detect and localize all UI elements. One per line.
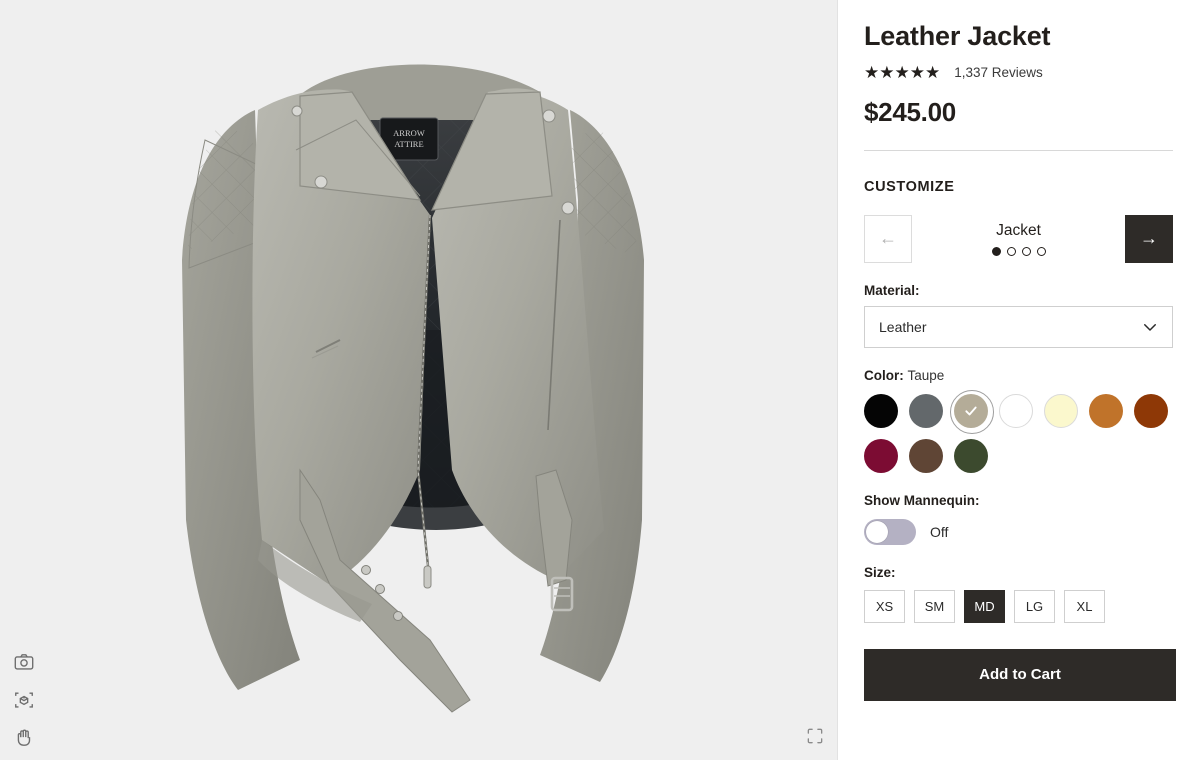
swatch-fill [909, 438, 943, 473]
color-swatch-list[interactable] [864, 389, 1184, 473]
product-detail-panel: Leather Jacket ★★★★★ 1,337 Reviews $245.… [838, 0, 1199, 760]
material-select[interactable]: Leather [864, 305, 1173, 348]
customize-heading: CUSTOMIZE [864, 178, 955, 195]
step-navigator: ← Jacket → [864, 214, 1173, 263]
swatch-fill [954, 438, 988, 473]
swatch-fill [909, 393, 943, 428]
viewer-stage[interactable]: ARROW ATTIRE [0, 0, 837, 760]
swatch-fill [954, 393, 988, 428]
color-label: Color: Taupe [864, 368, 1173, 383]
color-swatch-gray[interactable] [909, 393, 943, 428]
show-mannequin-toggle[interactable] [864, 518, 916, 545]
color-swatch-burgundy[interactable] [864, 438, 898, 473]
svg-text:ATTIRE: ATTIRE [394, 139, 423, 149]
step-dot-4[interactable] [1036, 246, 1046, 256]
color-swatch-tan[interactable] [1089, 393, 1123, 428]
step-dot-3[interactable] [1021, 246, 1031, 256]
product-configurator: ARROW ATTIRE Leather Jacket ★★★★★ 1,337 … [0, 0, 1200, 760]
camera-icon[interactable] [10, 648, 38, 676]
color-swatch-rust[interactable] [1134, 393, 1168, 428]
color-label-text: Color: [864, 367, 904, 383]
color-swatch-taupe[interactable] [950, 389, 994, 434]
ar-view-icon[interactable] [10, 686, 38, 714]
review-count[interactable]: 1,337 Reviews [954, 65, 1043, 80]
swatch-fill [1134, 393, 1168, 428]
prev-step-button[interactable]: ← [864, 214, 912, 263]
star-rating-icon: ★★★★★ [864, 62, 941, 82]
step-label: Jacket [996, 221, 1041, 239]
product-viewer[interactable]: ARROW ATTIRE [0, 0, 838, 760]
size-option-sm[interactable]: SM [914, 589, 955, 623]
svg-text:ARROW: ARROW [393, 128, 425, 138]
mannequin-state: Off [930, 523, 949, 540]
product-price: $245.00 [864, 96, 956, 127]
size-option-xl[interactable]: XL [1064, 589, 1105, 623]
size-option-md[interactable]: MD [964, 589, 1005, 623]
divider [864, 149, 1173, 151]
color-value: Taupe [907, 367, 945, 383]
viewer-tool-list[interactable] [10, 648, 38, 752]
mannequin-toggle-row: Off [864, 518, 1173, 545]
arrow-right-icon: → [1140, 228, 1158, 249]
size-option-lg[interactable]: LG [1014, 589, 1055, 623]
size-label: Size: [864, 564, 896, 580]
swatch-fill [864, 438, 898, 473]
toggle-knob [866, 520, 888, 543]
swatch-fill [999, 393, 1033, 428]
color-swatch-brown[interactable] [909, 438, 943, 473]
swatch-fill [864, 393, 898, 428]
step-indicator: Jacket [912, 222, 1125, 256]
color-swatch-black[interactable] [864, 393, 898, 428]
swatch-fill [1044, 393, 1078, 428]
jacket-3d-model[interactable]: ARROW ATTIRE [0, 0, 837, 760]
step-dots[interactable] [912, 246, 1125, 256]
page-title: Leather Jacket [864, 21, 1051, 51]
chevron-down-icon [1141, 318, 1159, 336]
swatch-fill [1089, 393, 1123, 428]
next-step-button[interactable]: → [1125, 214, 1173, 263]
check-icon [965, 406, 977, 416]
rating-row: ★★★★★ 1,337 Reviews [864, 64, 1173, 81]
color-swatch-olive-green[interactable] [954, 438, 988, 473]
arrow-left-icon: ← [879, 228, 897, 249]
add-to-cart-button[interactable]: Add to Cart [864, 648, 1176, 701]
mannequin-label: Show Mannequin: [864, 492, 980, 508]
color-swatch-cream[interactable] [1044, 393, 1078, 428]
step-dot-2[interactable] [1006, 246, 1016, 256]
jacket-illustration: ARROW ATTIRE [182, 64, 644, 713]
material-value: Leather [879, 318, 927, 335]
fullscreen-icon[interactable] [801, 722, 829, 750]
size-option-list[interactable]: XS SM MD LG XL [864, 589, 1173, 623]
step-dot-1[interactable] [991, 246, 1001, 256]
material-label: Material: [864, 282, 920, 298]
hand-icon[interactable] [10, 724, 38, 752]
color-swatch-white[interactable] [999, 393, 1033, 428]
size-option-xs[interactable]: XS [864, 589, 905, 623]
